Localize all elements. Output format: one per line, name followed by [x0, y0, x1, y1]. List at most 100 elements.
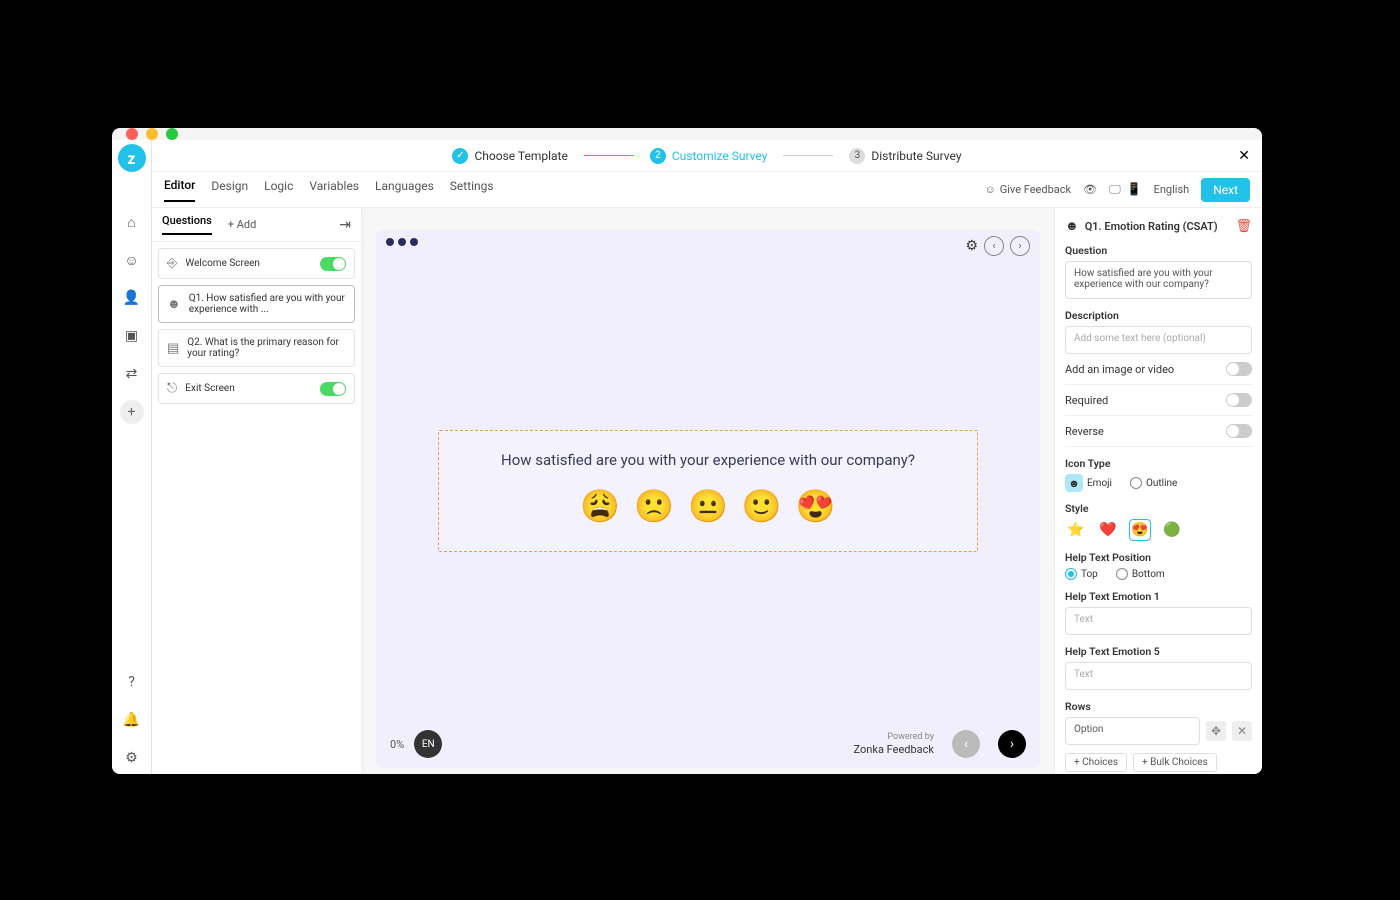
close-window-btn[interactable]: [126, 128, 138, 140]
toggle-switch[interactable]: [1226, 393, 1252, 407]
toggle-switch[interactable]: [1226, 362, 1252, 376]
row-label: Add an image or video: [1065, 363, 1174, 376]
mac-titlebar: [112, 128, 1262, 140]
collapse-icon[interactable]: ⇥: [339, 217, 351, 233]
step-customize-survey[interactable]: 2 Customize Survey: [650, 148, 768, 164]
description-input[interactable]: Add some text here (optional): [1065, 326, 1252, 354]
add-question-button[interactable]: + Add: [228, 218, 257, 231]
tab-editor[interactable]: Editor: [164, 178, 195, 202]
tab-settings[interactable]: Settings: [450, 179, 494, 201]
question-label: Question: [1065, 244, 1252, 257]
row-label: Reverse: [1065, 425, 1104, 438]
question-preview[interactable]: How satisfied are you with your experien…: [438, 430, 978, 552]
style-emoji[interactable]: 😍: [1129, 519, 1151, 541]
icon-type-outline[interactable]: Outline: [1130, 477, 1177, 489]
style-star[interactable]: ⭐: [1065, 519, 1087, 541]
language-selector[interactable]: English: [1154, 183, 1190, 196]
hte5-input[interactable]: Text: [1065, 662, 1252, 690]
drag-handle-icon[interactable]: ✥: [1206, 721, 1226, 741]
help-pos-top[interactable]: Top: [1065, 568, 1098, 580]
panel-title: Q1. Emotion Rating (CSAT): [1085, 220, 1230, 233]
step-connector: [584, 155, 634, 156]
person-icon[interactable]: 👤: [120, 286, 144, 310]
emoji-option-1[interactable]: 😩: [580, 487, 620, 525]
tab-logic[interactable]: Logic: [264, 179, 293, 201]
question-list: ⎆ Welcome Screen ☻ Q1. How satisfied are…: [152, 242, 361, 410]
canvas-prev-icon[interactable]: ‹: [984, 236, 1004, 256]
add-icon[interactable]: +: [120, 400, 144, 424]
eye-icon: 👁: [1083, 183, 1097, 196]
item-label: Welcome Screen: [185, 258, 260, 269]
gear-icon[interactable]: ⚙: [120, 746, 144, 770]
question-input[interactable]: How satisfied are you with your experien…: [1065, 261, 1252, 299]
questions-tab[interactable]: Questions: [162, 214, 212, 235]
bulk-choices-button[interactable]: + Bulk Choices: [1133, 753, 1217, 772]
hte5-label: Help Text Emotion 5: [1065, 645, 1252, 658]
workflow-icon[interactable]: ⇄: [120, 362, 144, 386]
survey-prev-button[interactable]: ‹: [952, 730, 980, 758]
language-chip[interactable]: EN: [414, 730, 442, 758]
give-feedback-button[interactable]: ☺ Give Feedback: [985, 183, 1072, 196]
preview-button[interactable]: 👁: [1083, 183, 1097, 196]
close-icon[interactable]: ✕: [1238, 148, 1250, 164]
welcome-screen-item[interactable]: ⎆ Welcome Screen: [158, 248, 355, 279]
remove-row-button[interactable]: ✕: [1232, 721, 1252, 741]
home-icon[interactable]: ⌂: [120, 210, 144, 234]
app-body: z ⌂ ☺ 👤 ▣ ⇄ + ? 🔔 ⚙ ✓ Choose Template: [112, 140, 1262, 774]
hte1-label: Help Text Emotion 1: [1065, 590, 1252, 603]
minimize-window-btn[interactable]: [146, 128, 158, 140]
enter-icon: ⎆: [167, 256, 177, 271]
step-distribute-survey[interactable]: 3 Distribute Survey: [849, 148, 961, 164]
toggle-switch[interactable]: [1226, 424, 1252, 438]
canvas-next-icon[interactable]: ›: [1010, 236, 1030, 256]
radio-label: Outline: [1146, 478, 1177, 489]
canvas-settings-icon[interactable]: ⚙: [965, 238, 978, 254]
question-2-item[interactable]: ▤ Q2. What is the primary reason for you…: [158, 329, 355, 367]
brand-logo[interactable]: z: [118, 144, 146, 172]
tab-variables[interactable]: Variables: [309, 179, 359, 201]
language-label: English: [1154, 183, 1190, 196]
clipboard-icon[interactable]: ▣: [120, 324, 144, 348]
step-choose-template[interactable]: ✓ Choose Template: [452, 148, 567, 164]
emoji-option-4[interactable]: 🙂: [742, 487, 782, 525]
emoji-option-5[interactable]: 😍: [796, 487, 836, 525]
style-heart[interactable]: ❤️: [1097, 519, 1119, 541]
toggle-switch[interactable]: [320, 257, 346, 271]
step-label: Customize Survey: [672, 149, 768, 163]
style-label: Style: [1065, 502, 1252, 515]
survey-next-button[interactable]: ›: [998, 730, 1026, 758]
exit-screen-item[interactable]: ⎋ Exit Screen: [158, 373, 355, 404]
feedback-label: Give Feedback: [1000, 183, 1071, 196]
maximize-window-btn[interactable]: [166, 128, 178, 140]
app-window: z ⌂ ☺ 👤 ▣ ⇄ + ? 🔔 ⚙ ✓ Choose Template: [112, 128, 1262, 774]
emoji-chip-icon: ☻: [1065, 474, 1083, 492]
properties-panel: ☻ Q1. Emotion Rating (CSAT) 🗑 Question H…: [1054, 208, 1262, 774]
add-choices-button[interactable]: + Choices: [1065, 753, 1127, 772]
emoji-option-2[interactable]: 🙁: [634, 487, 674, 525]
next-button[interactable]: Next: [1201, 178, 1250, 202]
row-option-input[interactable]: Option: [1065, 717, 1200, 745]
desktop-icon[interactable]: 🖵: [1109, 182, 1121, 197]
bell-icon[interactable]: 🔔: [120, 708, 144, 732]
emoji-option-3[interactable]: 😐: [688, 487, 728, 525]
style-dot[interactable]: 🟢: [1161, 519, 1183, 541]
help-icon[interactable]: ?: [120, 670, 144, 694]
icon-type-label: Icon Type: [1065, 457, 1252, 470]
delete-question-button[interactable]: 🗑: [1235, 219, 1252, 234]
tab-design[interactable]: Design: [211, 179, 248, 201]
question-1-item[interactable]: ☻ Q1. How satisfied are you with your ex…: [158, 285, 355, 323]
help-pos-bottom[interactable]: Bottom: [1116, 568, 1165, 580]
item-label: Q2. What is the primary reason for your …: [187, 337, 346, 359]
exit-icon: ⎋: [167, 381, 177, 396]
mobile-icon[interactable]: 📱: [1127, 182, 1142, 197]
icon-type-emoji[interactable]: ☻ Emoji: [1065, 474, 1112, 492]
hte1-input[interactable]: Text: [1065, 607, 1252, 635]
step-bar: ✓ Choose Template 2 Customize Survey 3 D…: [152, 140, 1262, 172]
tab-languages[interactable]: Languages: [375, 179, 434, 201]
questions-sidebar: Questions + Add ⇥ ⎆ Welcome Screen ☻ Q1.…: [152, 208, 362, 774]
canvas-area: ⚙ ‹ › How satisfied are you with your ex…: [362, 208, 1054, 774]
face-icon[interactable]: ☺: [120, 248, 144, 272]
step-number: 2: [650, 148, 666, 164]
toggle-switch[interactable]: [320, 382, 346, 396]
smile-icon: ☺: [985, 183, 996, 196]
